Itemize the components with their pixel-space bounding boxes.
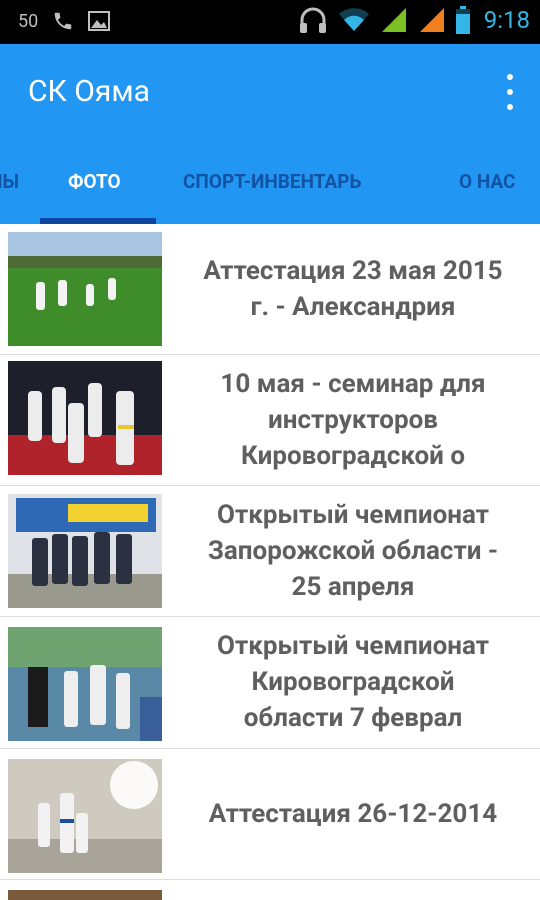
headphones-icon <box>299 7 326 33</box>
wifi-icon <box>338 8 369 31</box>
tab-previous[interactable]: ЫЫ <box>0 140 19 224</box>
news-list[interactable]: Аттестация 23 мая 2015 г. - Александрия … <box>0 224 540 900</box>
tab-sport-inventory[interactable]: СПОРТ-ИНВЕНТАРЬ <box>183 140 361 224</box>
list-item[interactable]: Аттестация 23 мая 2015 г. - Александрия <box>0 224 540 355</box>
item-title: Аттестация 23 мая 2015 г. - Александрия <box>203 256 503 322</box>
thumbnail-image <box>8 759 162 873</box>
signal-icon <box>381 8 406 32</box>
list-item[interactable]: Открытый чемпионат Кировоградской област… <box>0 617 540 749</box>
thumbnail-image <box>8 627 162 741</box>
app-bar: СК Ояма <box>0 44 540 140</box>
more-vert-icon[interactable] <box>504 74 516 110</box>
thumbnail-image <box>8 494 162 608</box>
item-title: Открытый чемпионат Запорожской области -… <box>207 500 499 602</box>
indoor-attestation-photo <box>8 759 162 873</box>
thumbnail-image <box>8 890 162 900</box>
item-title: Аттестация 26-12-2014 <box>208 799 498 829</box>
tab-photo[interactable]: ФОТО <box>68 140 121 224</box>
status-bar: 50 9:18 <box>0 0 540 44</box>
thumbnail-image <box>8 361 162 475</box>
outdoor-karate-field-photo <box>8 232 162 346</box>
item-title: Открытый чемпионат Кировоградской област… <box>217 631 489 733</box>
dojo-seminar-photo <box>8 361 162 475</box>
signal-roaming-icon <box>419 8 444 32</box>
notification-count: 50 <box>18 10 39 32</box>
app-title: СК Ояма <box>28 74 150 109</box>
list-item[interactable]: 10 мая - семинар для инструкторов Кирово… <box>0 355 540 486</box>
group-outdoor-photo <box>8 494 162 608</box>
item-title: 10 мая - семинар для инструкторов Кирово… <box>220 369 486 471</box>
list-item[interactable]: Открытый чемпионат Запорожской области -… <box>0 486 540 617</box>
list-item[interactable] <box>0 880 540 900</box>
phone-icon <box>54 12 72 30</box>
battery-icon <box>455 6 470 34</box>
thumbnail-image <box>8 232 162 346</box>
championship-podium-photo <box>8 627 162 741</box>
clock: 9:18 <box>483 6 530 34</box>
tab-bar: ЫЫ ФОТО СПОРТ-ИНВЕНТАРЬ О НАС <box>0 140 540 224</box>
tab-about[interactable]: О НАС <box>459 140 515 224</box>
list-item[interactable]: Аттестация 26-12-2014 <box>0 749 540 880</box>
image-icon <box>88 11 111 31</box>
